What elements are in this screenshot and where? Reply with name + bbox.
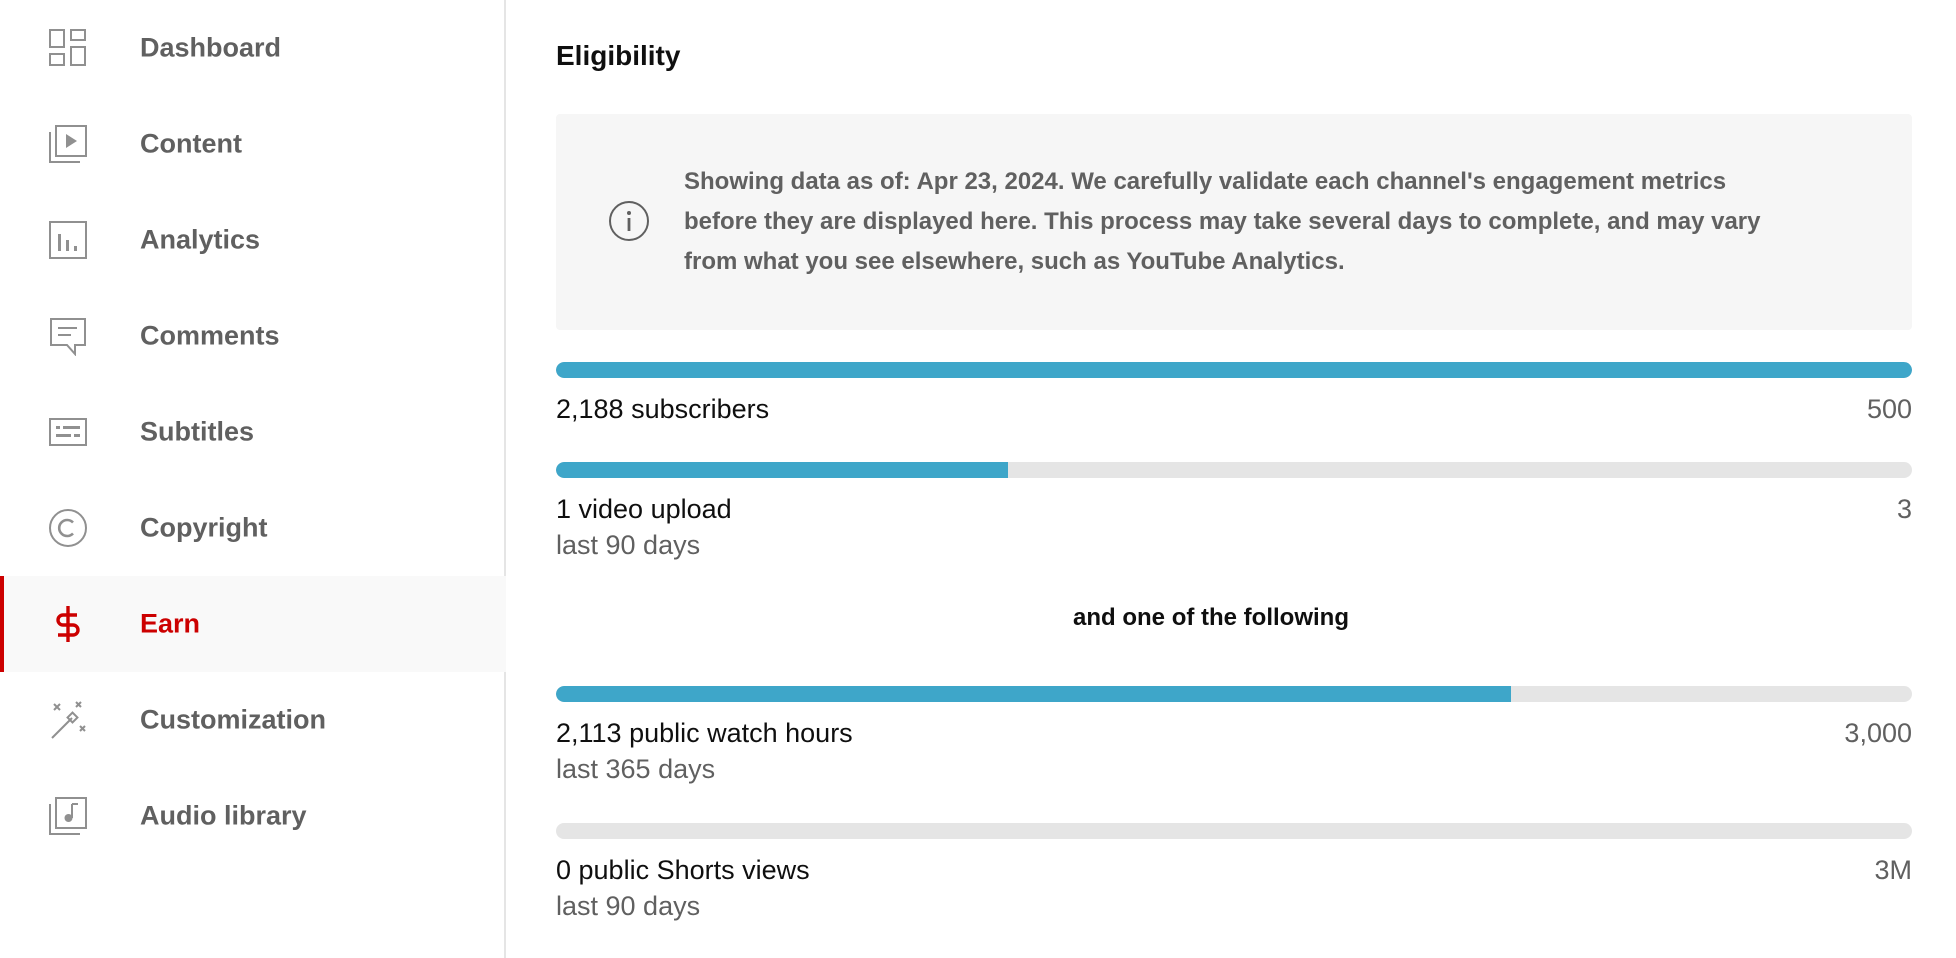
sidebar-item-comments[interactable]: Comments (0, 288, 506, 384)
copyright-icon (48, 508, 88, 548)
sidebar-item-subtitles[interactable]: Subtitles (0, 384, 506, 480)
metric-target: 500 (1866, 394, 1912, 424)
sidebar: Dashboard Content Analytics Comments Sub… (0, 0, 506, 958)
sidebar-item-label: Dashboard (140, 32, 282, 63)
metric-target: 3,000 (1844, 718, 1912, 748)
info-banner: Showing data as of: Apr 23, 2024. We car… (556, 114, 1912, 330)
sidebar-item-label: Audio library (140, 800, 307, 831)
info-icon (609, 201, 649, 241)
progress-fill (556, 462, 1008, 478)
metric-period: last 90 days (556, 891, 701, 921)
progress-bar (556, 823, 1912, 839)
sidebar-item-label: Subtitles (140, 416, 255, 447)
metric-target: 3 (1896, 494, 1912, 524)
sidebar-item-earn[interactable]: Earn (0, 576, 506, 672)
sidebar-item-content[interactable]: Content (0, 96, 506, 192)
comments-icon (48, 316, 88, 356)
sidebar-item-label: Content (140, 128, 242, 159)
sidebar-item-copyright[interactable]: Copyright (0, 480, 506, 576)
metric-target: 3M (1874, 855, 1912, 885)
earn-icon (48, 604, 88, 644)
sidebar-item-customization[interactable]: Customization (0, 672, 506, 768)
info-text: Showing data as of: Apr 23, 2024. We car… (684, 168, 1761, 275)
sidebar-item-label: Customization (140, 704, 326, 735)
progress-fill (556, 686, 1512, 702)
metric-period: last 90 days (556, 530, 701, 560)
metric-label: 2,113 public watch hours (556, 718, 853, 748)
section-title: Eligibility (556, 40, 681, 71)
progress-bar (556, 462, 1912, 478)
progress-bar (556, 686, 1912, 702)
sidebar-item-dashboard[interactable]: Dashboard (0, 0, 506, 96)
metric-label: 1 video upload (556, 494, 732, 524)
sidebar-item-audio-library[interactable]: Audio library (0, 768, 506, 864)
audio-library-icon (48, 796, 88, 836)
sidebar-item-label: Earn (140, 608, 201, 639)
subtitles-icon (48, 412, 88, 452)
metric-label: 2,188 subscribers (556, 394, 770, 424)
progress-bar (556, 362, 1912, 378)
analytics-icon (48, 220, 88, 260)
and-one-of-following-text: and one of the following (1073, 604, 1349, 631)
sidebar-item-label: Copyright (140, 512, 268, 543)
metric-period: last 365 days (556, 754, 716, 784)
dashboard-icon (48, 28, 88, 68)
content-icon (48, 124, 88, 164)
progress-fill (556, 362, 1912, 378)
sidebar-item-analytics[interactable]: Analytics (0, 192, 506, 288)
metric-label: 0 public Shorts views (556, 855, 810, 885)
sidebar-item-label: Analytics (140, 224, 261, 255)
sidebar-item-label: Comments (140, 320, 280, 351)
main-content: Eligibility Showing data as of: Apr 23, … (556, 0, 1912, 958)
customization-icon (48, 700, 88, 740)
